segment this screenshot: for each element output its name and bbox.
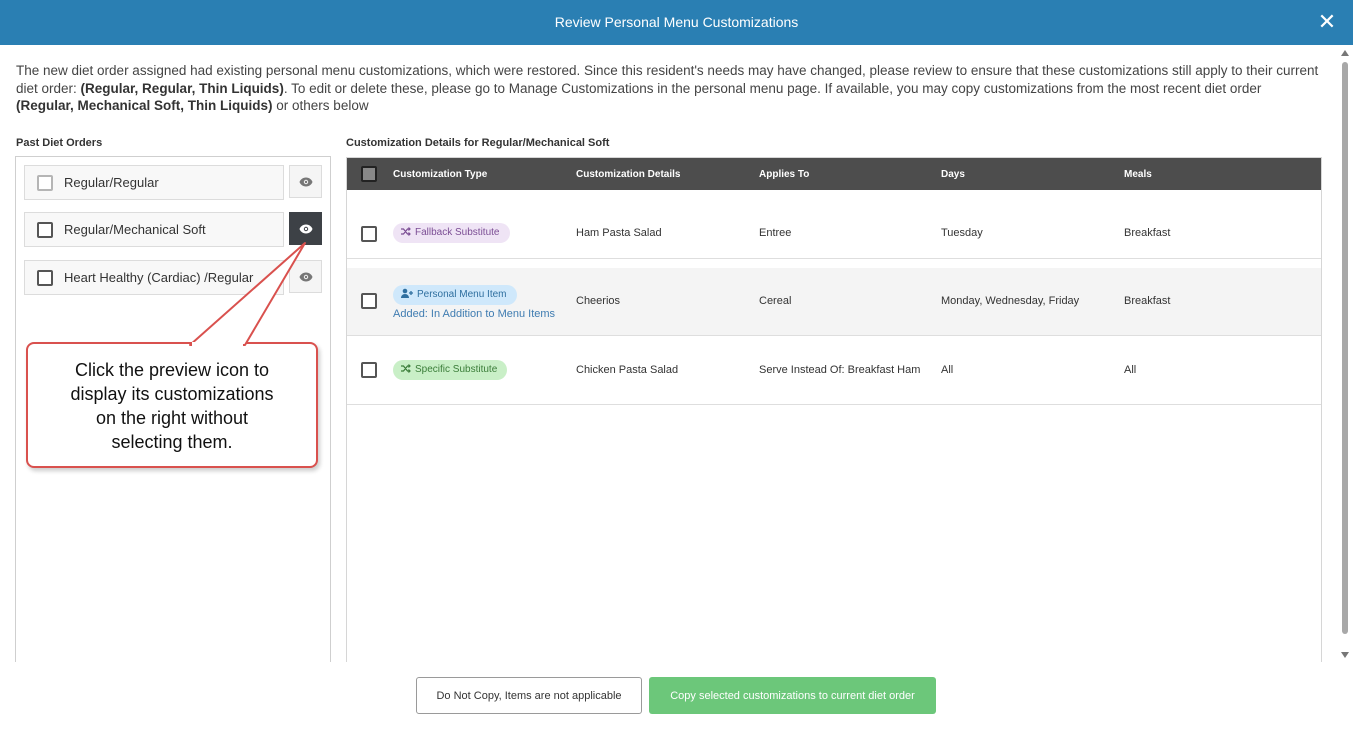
cell-days: Monday, Wednesday, Friday	[941, 295, 1080, 307]
do-not-copy-button[interactable]: Do Not Copy, Items are not applicable	[416, 677, 642, 714]
row-checkbox[interactable]	[361, 362, 377, 378]
callout-line: on the right without	[95, 408, 249, 428]
shuffle-icon	[401, 363, 411, 373]
cell-meals: Breakfast	[1124, 227, 1171, 239]
cell-meals: All	[1124, 364, 1137, 376]
person-add-icon	[401, 289, 413, 299]
eye-icon	[299, 224, 312, 233]
cell-meals: Breakfast	[1124, 295, 1171, 307]
table-row: Specific Substitute Chicken Pasta Salad …	[347, 337, 1321, 405]
dialog-title: Review Personal Menu Customizations	[554, 14, 799, 30]
row-checkbox[interactable]	[361, 293, 377, 309]
close-icon[interactable]: ✕	[1315, 10, 1339, 34]
cell-days: Tuesday	[941, 227, 983, 239]
cell-details: Chicken Pasta Salad	[576, 364, 679, 376]
column-header: Customization Details	[576, 169, 681, 180]
customization-table: Customization Type Customization Details…	[346, 157, 1322, 662]
diet-order-checkbox[interactable]	[37, 222, 53, 238]
type-badge-label: Specific Substitute	[415, 364, 498, 375]
preview-button[interactable]	[289, 260, 322, 293]
diet-order-label: Heart Healthy (Cardiac) /Regular	[64, 270, 254, 285]
preview-button-active[interactable]	[289, 212, 322, 245]
added-note: Added: In Addition to Menu Items	[393, 308, 556, 320]
intro-part3: or others below	[272, 98, 369, 113]
column-header: Days	[941, 169, 965, 180]
diet-order-checkbox[interactable]	[37, 270, 53, 286]
diet-order-item[interactable]: Regular/Mechanical Soft	[24, 212, 284, 247]
type-badge-specific: Specific Substitute	[393, 360, 508, 380]
column-header: Applies To	[759, 169, 810, 180]
diet-order-item[interactable]: Regular/Regular	[24, 165, 284, 200]
cell-applies-to: Cereal	[759, 295, 792, 307]
diet-order-checkbox[interactable]	[37, 175, 53, 191]
intro-recent-order: (Regular, Mechanical Soft, Thin Liquids)	[16, 98, 273, 113]
cell-applies-to: Entree	[759, 227, 792, 239]
intro-current-order: (Regular, Regular, Thin Liquids)	[80, 80, 284, 96]
type-badge-fallback: Fallback Substitute	[393, 223, 510, 243]
callout-line: selecting them.	[111, 432, 233, 452]
diet-order-label: Regular/Regular	[64, 175, 159, 190]
column-header: Meals	[1124, 169, 1152, 180]
customization-details-label: Customization Details for Regular/Mechan…	[346, 137, 610, 149]
row-checkbox[interactable]	[361, 226, 377, 242]
vertical-scrollbar[interactable]	[1339, 48, 1351, 660]
type-badge-label: Personal Menu Item	[417, 289, 507, 300]
preview-button[interactable]	[289, 165, 322, 198]
cell-applies-to: Serve Instead Of: Breakfast Ham	[759, 364, 921, 376]
type-badge-label: Fallback Substitute	[415, 227, 500, 238]
cell-days: All	[941, 364, 954, 376]
callout-line: display its customizations	[70, 384, 274, 404]
type-badge-personal: Personal Menu Item	[393, 285, 517, 305]
intro-text: The new diet order assigned had existing…	[16, 62, 1321, 115]
diet-order-item[interactable]: Heart Healthy (Cardiac) /Regular	[24, 260, 284, 295]
diet-order-row: Regular/Mechanical Soft	[24, 212, 322, 247]
table-header: Customization Type Customization Details…	[347, 158, 1321, 190]
table-row: Fallback Substitute Ham Pasta Salad Entr…	[347, 191, 1321, 259]
shuffle-icon	[401, 226, 411, 236]
past-diet-orders-label: Past Diet Orders	[16, 137, 103, 149]
scroll-up-arrow-icon[interactable]	[1341, 50, 1349, 56]
instruction-callout: Click the preview icon to display its cu…	[26, 342, 318, 468]
intro-part2: . To edit or delete these, please go to …	[283, 80, 1262, 96]
cell-details: Cheerios	[576, 295, 621, 307]
scrollbar-thumb[interactable]	[1342, 62, 1348, 634]
eye-icon	[299, 272, 312, 281]
diet-order-row: Regular/Regular	[24, 165, 322, 200]
scroll-down-arrow-icon[interactable]	[1341, 652, 1349, 658]
diet-order-row: Heart Healthy (Cardiac) /Regular	[24, 260, 322, 295]
callout-line: Click the preview icon to	[74, 360, 270, 380]
cell-details: Ham Pasta Salad	[576, 227, 662, 239]
copy-customizations-button[interactable]: Copy selected customizations to current …	[649, 677, 936, 714]
select-all-checkbox[interactable]	[361, 166, 377, 182]
column-header: Customization Type	[393, 169, 488, 180]
eye-icon	[299, 177, 312, 186]
diet-order-label: Regular/Mechanical Soft	[64, 222, 206, 237]
dialog-titlebar: Review Personal Menu Customizations ✕	[0, 0, 1353, 45]
table-row: Personal Menu Item Added: In Addition to…	[347, 268, 1321, 336]
